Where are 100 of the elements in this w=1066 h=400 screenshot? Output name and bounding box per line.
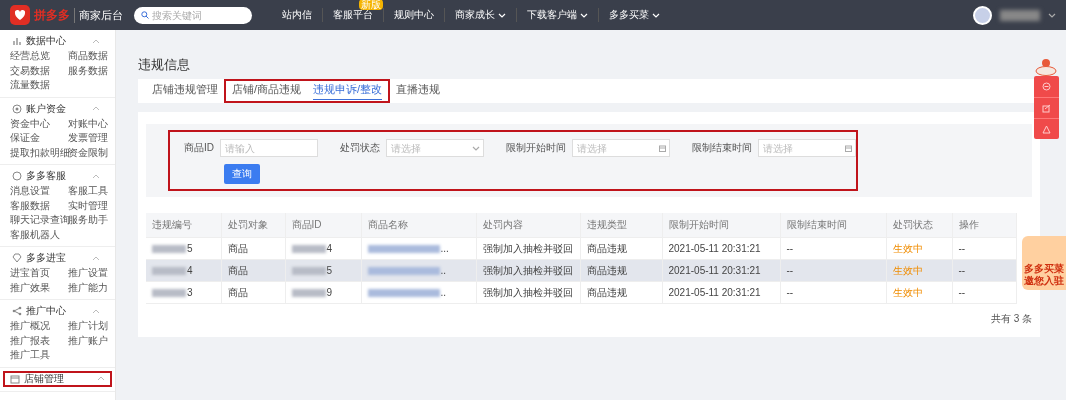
- sidebar-group-header[interactable]: 账户资金: [0, 100, 112, 117]
- sidebar-item[interactable]: 推广设置: [68, 266, 115, 281]
- table-cell: ...: [440, 243, 449, 254]
- column-header: 违规类型: [580, 213, 662, 238]
- tab[interactable]: 店铺违规管理: [146, 79, 224, 103]
- table-cell: 4: [187, 265, 193, 276]
- calendar-icon: [659, 144, 666, 152]
- sidebar-item[interactable]: 资金中心: [10, 116, 68, 131]
- sidebar-item[interactable]: 服务助手: [68, 213, 115, 228]
- sidebar-item[interactable]: 资金限制: [68, 145, 115, 160]
- field-label: 处罚状态: [340, 141, 380, 155]
- sidebar-group-title: 推广中心: [26, 304, 66, 318]
- blurred-text: [152, 289, 186, 298]
- sidebar-group-header[interactable]: 数据中心: [0, 33, 112, 49]
- column-header: 商品名称: [361, 213, 476, 238]
- tab[interactable]: 店铺/商品违规: [224, 79, 308, 103]
- sidebar-item[interactable]: 推广效果: [10, 280, 68, 295]
- sidebar-item[interactable]: 推广报表: [10, 333, 68, 348]
- column-header: 操作: [952, 213, 1016, 238]
- column-header: 违规编号: [146, 213, 221, 238]
- sidebar-item[interactable]: 经营总览: [10, 49, 68, 64]
- table-row[interactable]: 4 商品 5 .. 强制加入抽检并驳回 商品违规 2021-05-11 20:31:21 -- 生效中 --: [146, 259, 1016, 282]
- sidebar-item[interactable]: 交易数据: [10, 63, 68, 78]
- chevron-up-icon[interactable]: [92, 106, 100, 111]
- sidebar-item[interactable]: 客服工具: [68, 184, 115, 199]
- sidebar-group-header[interactable]: 推广中心: [0, 303, 112, 319]
- select-field[interactable]: 请选择: [386, 139, 484, 157]
- chevron-up-icon[interactable]: [92, 255, 100, 261]
- sidebar-item[interactable]: 实时管理: [68, 198, 115, 213]
- sidebar-item[interactable]: 推广计划: [68, 319, 115, 334]
- input-field[interactable]: 请输入: [220, 139, 318, 157]
- sidebar-item[interactable]: 发票管理: [68, 131, 115, 146]
- chevron-down-icon: [1048, 12, 1056, 18]
- page-title: 违规信息: [138, 56, 191, 74]
- nav-link[interactable]: 站内信: [282, 8, 312, 22]
- sidebar-group-header[interactable]: 多多客服: [0, 168, 112, 184]
- sidebar-item[interactable]: 客服机器人: [10, 227, 68, 242]
- date-field[interactable]: 请选择: [572, 139, 670, 157]
- table-cell: 商品违规: [586, 242, 627, 254]
- table-cell: 商品违规: [586, 264, 627, 276]
- column-header: 处罚状态: [886, 213, 952, 238]
- sidebar-item[interactable]: 聊天记录查询: [10, 213, 68, 228]
- nav-link[interactable]: 多多买菜: [609, 8, 660, 22]
- table-cell: 5: [187, 243, 193, 254]
- table-cell: 5: [326, 265, 333, 276]
- column-header: 处罚对象: [221, 213, 285, 238]
- nav-link[interactable]: 规则中心: [394, 8, 434, 22]
- column-header: 限制开始时间: [662, 213, 780, 238]
- blurred-text: [291, 267, 326, 276]
- mascot-icon: [1034, 58, 1058, 76]
- sidebar-item[interactable]: 保证金: [10, 131, 68, 146]
- tab[interactable]: 违规申诉/整改: [307, 79, 391, 103]
- search-field[interactable]: 搜索关键词: [134, 6, 252, 24]
- sidebar-group-title: 账户资金: [26, 101, 66, 116]
- table-cell: 商品: [227, 242, 248, 254]
- new-badge: 新版: [359, 0, 383, 10]
- sidebar-group-title: 多多客服: [26, 169, 66, 183]
- nav-link[interactable]: 商家成长: [455, 8, 506, 22]
- avatar[interactable]: [973, 5, 992, 25]
- sidebar-item[interactable]: 客服数据: [10, 198, 68, 213]
- calendar-icon: [845, 144, 852, 152]
- query-button[interactable]: 查询: [224, 164, 260, 184]
- blurred-username: [1000, 9, 1040, 21]
- table-row[interactable]: 3 商品 9 .. 强制加入抽检并驳回 商品违规 2021-05-11 20:31:21 -- 生效中 --: [146, 281, 1016, 304]
- sidebar-item[interactable]: 推广概况: [10, 319, 68, 334]
- chevron-up-icon[interactable]: [97, 376, 105, 381]
- blurred-text: [291, 289, 326, 298]
- field-label: 限制开始时间: [506, 141, 566, 155]
- total-count: 共有 3 条: [989, 312, 1032, 326]
- table-cell: --: [786, 265, 794, 276]
- promo-badge[interactable]: 多多买菜 邀您入驻: [1022, 236, 1066, 290]
- column-header: 商品ID: [285, 213, 361, 238]
- date-field[interactable]: 请选择: [758, 139, 856, 157]
- chevron-up-icon[interactable]: [92, 173, 100, 179]
- chevron-up-icon[interactable]: [92, 308, 100, 314]
- sidebar-item[interactable]: 推广工具: [10, 348, 68, 363]
- nav-link[interactable]: 下载客户端: [527, 8, 588, 22]
- table-cell: 2021-05-11 20:31:21: [668, 243, 761, 254]
- sidebar-item[interactable]: 进宝首页: [10, 266, 68, 281]
- table-cell: --: [786, 287, 794, 298]
- sidebar-item[interactable]: 服务数据: [68, 63, 115, 78]
- sidebar-item[interactable]: 推广账户: [68, 333, 115, 348]
- column-header: 处罚内容: [476, 213, 580, 238]
- share-icon: [12, 306, 22, 316]
- sidebar-item[interactable]: 流量数据: [10, 78, 68, 93]
- table-cell: --: [958, 243, 966, 254]
- sidebar-item[interactable]: 提取扣款明细: [10, 145, 68, 160]
- sidebar-group-header[interactable]: 多多进宝: [0, 250, 112, 266]
- circle-icon: [12, 171, 22, 181]
- sidebar-item[interactable]: 商品数据: [68, 49, 115, 64]
- sidebar-item[interactable]: 对账中心: [68, 116, 115, 131]
- sidebar-group-header[interactable]: 店铺管理: [3, 370, 112, 387]
- gem-icon: [12, 253, 22, 263]
- sidebar-item[interactable]: 消息设置: [10, 184, 68, 199]
- tab[interactable]: 直播违规: [390, 79, 447, 103]
- chevron-up-icon[interactable]: [92, 38, 100, 44]
- table-cell: 生效中: [892, 242, 923, 254]
- table-cell: 4: [326, 243, 333, 254]
- column-header: 限制结束时间: [780, 213, 886, 238]
- sidebar-item[interactable]: 推广能力: [68, 280, 115, 295]
